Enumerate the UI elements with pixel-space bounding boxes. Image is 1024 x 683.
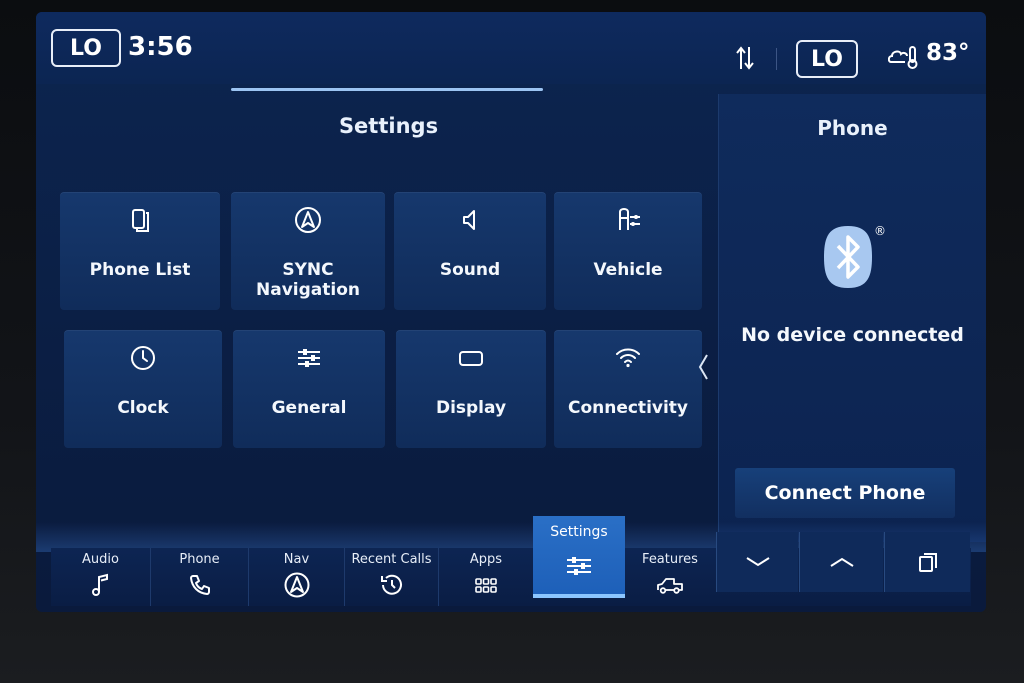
- sliders-icon: [567, 557, 591, 575]
- status-bar: LO 3:56 LO 83°: [36, 12, 986, 84]
- nav-label: Features: [642, 552, 698, 567]
- sort-arrows-icon: [736, 46, 754, 70]
- registered-mark: ®: [874, 224, 886, 238]
- truck-icon: [657, 578, 683, 594]
- nav-label: Apps: [469, 552, 503, 567]
- music-note-icon: [91, 573, 108, 596]
- nav-label: Phone: [179, 552, 220, 567]
- tile-sound[interactable]: Sound: [394, 192, 546, 310]
- navigation-icon: [295, 207, 321, 233]
- chevron-down-icon: [745, 557, 770, 567]
- nav-apps[interactable]: Apps: [439, 548, 533, 606]
- infotainment-screen: LO 3:56 LO 83° Settings Phone List SYNC …: [36, 12, 986, 612]
- bluetooth-icon: [824, 226, 872, 288]
- nav-label: Nav: [283, 552, 310, 567]
- scroll-up-button[interactable]: [799, 532, 883, 592]
- clock-time: 3:56: [128, 32, 193, 62]
- speaker-icon: [463, 210, 475, 230]
- page-title: Settings: [338, 114, 439, 138]
- tile-connectivity[interactable]: Connectivity: [554, 330, 702, 448]
- display-icon: [459, 351, 483, 366]
- sliders-icon: [298, 349, 320, 367]
- window-switch-button[interactable]: [884, 532, 970, 592]
- nav-settings[interactable]: Settings: [533, 516, 625, 598]
- weather-thermometer-icon: [888, 46, 918, 69]
- nav-phone[interactable]: Phone: [151, 548, 249, 606]
- phone-list-icon: [132, 209, 149, 232]
- nav-features[interactable]: Features: [625, 548, 715, 606]
- settings-panel: Settings Phone List SYNC Navigation Soun…: [36, 84, 716, 579]
- tile-clock[interactable]: Clock: [64, 330, 222, 448]
- tile-label: Display: [435, 398, 507, 418]
- apps-grid-icon: [475, 578, 497, 593]
- status-divider: [776, 48, 777, 70]
- outside-temperature: 83°: [926, 40, 970, 66]
- nav-label: Settings: [550, 524, 608, 540]
- tile-display[interactable]: Display: [396, 330, 546, 448]
- connect-phone-button[interactable]: Connect Phone: [735, 468, 955, 518]
- tile-label: Clock: [117, 398, 169, 418]
- tile-general[interactable]: General: [233, 330, 385, 448]
- scroll-down-button[interactable]: [716, 532, 798, 592]
- tile-label: General: [271, 398, 347, 418]
- tile-vehicle[interactable]: Vehicle: [554, 192, 702, 310]
- collapse-panel-chevron-icon[interactable]: [696, 352, 710, 382]
- navigation-icon: [284, 572, 309, 598]
- nav-label: Recent Calls: [351, 552, 432, 567]
- connection-status: No device connected: [741, 324, 964, 346]
- phone-icon: [189, 575, 210, 595]
- tile-phone-list[interactable]: Phone List: [60, 192, 220, 310]
- clock-icon: [131, 346, 155, 370]
- tile-label: Connectivity: [567, 398, 689, 418]
- phone-panel: Phone ® No device connected Connect Phon…: [718, 94, 986, 542]
- climate-left-button[interactable]: LO: [51, 29, 121, 67]
- nav-label: Audio: [82, 552, 119, 567]
- climate-right-button[interactable]: LO: [796, 40, 858, 78]
- vehicle-settings-icon: [619, 207, 640, 230]
- tile-sync-navigation[interactable]: SYNC Navigation: [231, 192, 385, 310]
- tile-label: Phone List: [89, 260, 191, 280]
- active-tab-indicator: [533, 594, 625, 598]
- history-clock-icon: [380, 574, 402, 595]
- nav-audio[interactable]: Audio: [51, 548, 151, 606]
- phone-panel-title: Phone: [817, 116, 888, 140]
- tab-indicator: [231, 88, 543, 91]
- tile-label: Vehicle: [593, 260, 663, 280]
- nav-recent-calls[interactable]: Recent Calls: [345, 548, 439, 606]
- tile-label: SYNC Navigation: [256, 260, 360, 300]
- wifi-icon: [616, 348, 640, 368]
- chevron-up-icon: [829, 557, 854, 567]
- copy-windows-icon: [918, 553, 937, 572]
- tile-label: Sound: [439, 260, 501, 280]
- nav-nav[interactable]: Nav: [249, 548, 345, 606]
